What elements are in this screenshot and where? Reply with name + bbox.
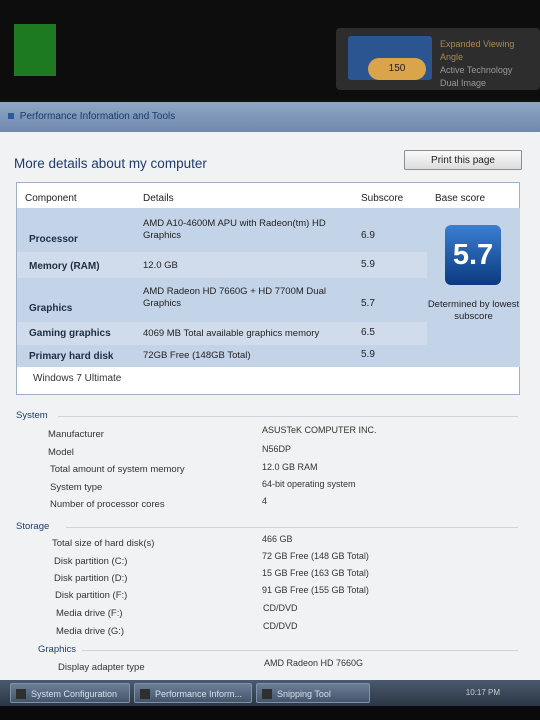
taskbar-label: Performance Inform... bbox=[155, 689, 243, 699]
window-icon bbox=[8, 102, 14, 119]
section-divider bbox=[82, 650, 518, 651]
sticker-line-3: Dual Image bbox=[440, 78, 487, 88]
system-tray: 10:17 PM bbox=[374, 683, 534, 703]
taskbar: System Configuration Performance Inform.… bbox=[0, 680, 540, 706]
system-value: 4 bbox=[262, 496, 268, 506]
storage-label: Media drive (F:) bbox=[56, 608, 123, 619]
print-button[interactable]: Print this page bbox=[404, 150, 522, 170]
component-details: AMD Radeon HD 7660G + HD 7700M Dual Grap… bbox=[143, 286, 326, 309]
component-details: 12.0 GB bbox=[143, 260, 178, 271]
section-title-system: System bbox=[16, 410, 48, 421]
component-subscore: 6.5 bbox=[361, 327, 375, 338]
header-subscore: Subscore bbox=[361, 193, 404, 204]
monitor-bezel-top: 150 Expanded Viewing Angle Active Techno… bbox=[0, 0, 540, 100]
score-table: Component Details Subscore Base score Pr… bbox=[16, 182, 520, 395]
taskbar-button[interactable]: Performance Inform... bbox=[134, 683, 252, 703]
storage-value: 466 GB bbox=[262, 534, 293, 544]
graphics-value: AMD Radeon HD 7660G bbox=[264, 658, 364, 668]
table-row: Primary hard disk 72GB Free (148GB Total… bbox=[17, 345, 427, 367]
component-subscore: 5.9 bbox=[361, 349, 375, 360]
component-details: AMD A10-4600M APU with Radeon(tm) HD Gra… bbox=[143, 218, 326, 241]
system-label: System type bbox=[50, 482, 103, 493]
taskbar-label: Snipping Tool bbox=[277, 689, 331, 699]
storage-label: Total size of hard disk(s) bbox=[52, 538, 155, 549]
base-score-tile: 5.7 bbox=[445, 225, 501, 285]
header-details: Details bbox=[143, 193, 174, 204]
component-name: Memory (RAM) bbox=[29, 261, 100, 272]
graphics-label: Display adapter type bbox=[58, 662, 145, 673]
component-details: 72GB Free (148GB Total) bbox=[143, 350, 251, 361]
table-row: Graphics AMD Radeon HD 7660G + HD 7700M … bbox=[17, 278, 427, 322]
component-name: Primary hard disk bbox=[29, 351, 114, 362]
app-icon bbox=[16, 689, 26, 699]
windows-edition: Windows 7 Ultimate bbox=[33, 373, 122, 384]
system-value: N56DP bbox=[262, 444, 292, 454]
base-score-caption: Determined by lowest subscore bbox=[427, 299, 520, 322]
page-title: More details about my computer bbox=[14, 156, 207, 171]
window-title: Performance Information and Tools bbox=[19, 111, 176, 122]
header-base-score: Base score bbox=[435, 193, 486, 204]
storage-value: CD/DVD bbox=[263, 603, 298, 613]
storage-label: Disk partition (F:) bbox=[55, 590, 128, 601]
system-value: 64-bit operating system bbox=[262, 479, 356, 489]
component-name: Processor bbox=[29, 234, 78, 245]
component-subscore: 5.9 bbox=[361, 259, 375, 270]
component-subscore: 5.7 bbox=[361, 298, 375, 309]
section-title-storage: Storage bbox=[16, 521, 50, 532]
storage-label: Media drive (G:) bbox=[56, 626, 125, 637]
storage-label: Disk partition (C:) bbox=[54, 556, 128, 567]
component-name: Gaming graphics bbox=[29, 328, 111, 339]
app-icon bbox=[262, 689, 272, 699]
clock[interactable]: 10:17 PM bbox=[466, 683, 500, 703]
storage-value: 91 GB Free (155 GB Total) bbox=[262, 585, 369, 595]
storage-value: 15 GB Free (163 GB Total) bbox=[262, 568, 369, 578]
table-row: Memory (RAM) 12.0 GB 5.9 bbox=[17, 252, 427, 278]
table-row: Processor AMD A10-4600M APU with Radeon(… bbox=[17, 208, 427, 252]
window-content: More details about my computer Print thi… bbox=[0, 132, 540, 680]
system-label: Manufacturer bbox=[48, 429, 104, 440]
system-value: 12.0 GB RAM bbox=[262, 462, 318, 472]
sticker-line-2: Active Technology bbox=[440, 65, 513, 75]
component-subscore: 6.9 bbox=[361, 230, 375, 241]
base-score-panel: 5.7 Determined by lowest subscore bbox=[427, 208, 520, 367]
taskbar-button[interactable]: System Configuration bbox=[10, 683, 130, 703]
system-label: Model bbox=[48, 447, 74, 458]
window-title-bar[interactable]: Performance Information and Tools bbox=[0, 102, 540, 132]
desktop-icon bbox=[14, 24, 56, 76]
monitor-bezel-bottom bbox=[0, 706, 540, 720]
storage-value: 72 GB Free (148 GB Total) bbox=[262, 551, 369, 561]
system-label: Number of processor cores bbox=[50, 499, 165, 510]
system-value: ASUSTeK COMPUTER INC. bbox=[262, 425, 377, 435]
table-row: Gaming graphics 4069 MB Total available … bbox=[17, 322, 427, 345]
component-name: Graphics bbox=[29, 303, 73, 314]
performance-window: Performance Information and Tools More d… bbox=[0, 102, 540, 680]
section-divider bbox=[66, 527, 518, 528]
taskbar-label: System Configuration bbox=[31, 689, 118, 699]
storage-value: CD/DVD bbox=[263, 621, 298, 631]
taskbar-button[interactable]: Snipping Tool bbox=[256, 683, 370, 703]
storage-label: Disk partition (D:) bbox=[54, 573, 128, 584]
monitor-promo-sticker: 150 Expanded Viewing Angle Active Techno… bbox=[336, 28, 540, 90]
sticker-image: 150 bbox=[348, 36, 432, 80]
section-title-graphics: Graphics bbox=[38, 644, 77, 655]
system-label: Total amount of system memory bbox=[50, 464, 185, 475]
header-component: Component bbox=[25, 193, 77, 204]
component-details: 4069 MB Total available graphics memory bbox=[143, 328, 320, 339]
sticker-badge: 150 bbox=[368, 58, 426, 80]
sticker-text: Expanded Viewing Angle Active Technology… bbox=[440, 38, 536, 90]
sticker-line-1: Expanded Viewing Angle bbox=[440, 39, 515, 62]
app-icon bbox=[140, 689, 150, 699]
section-divider bbox=[58, 416, 518, 417]
